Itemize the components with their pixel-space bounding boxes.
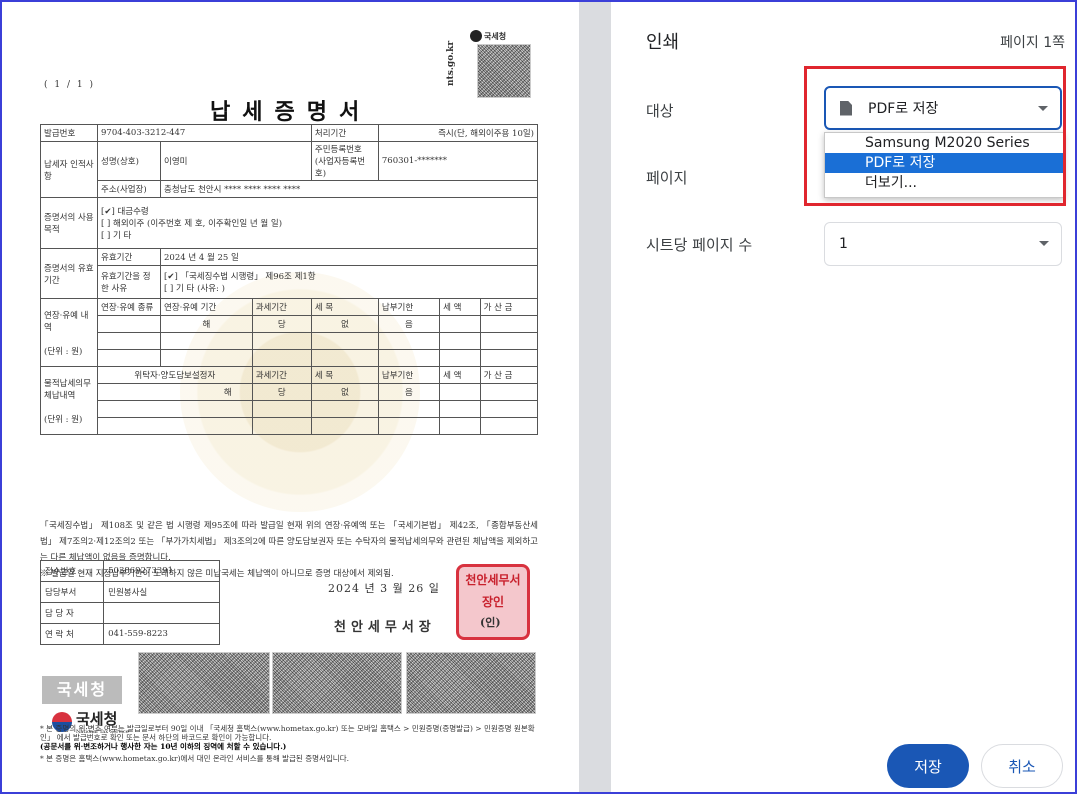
nts-watermark-badge: 국세청 bbox=[42, 676, 122, 704]
barcode-2 bbox=[272, 652, 402, 714]
nts-logo: 국세청 bbox=[470, 30, 506, 42]
certificate-form: 발급번호 9704-403-3212-447 처리기간 즉시(단, 해외이주용 … bbox=[40, 124, 539, 435]
pages-per-sheet-select[interactable]: 1 bbox=[824, 222, 1062, 266]
document-title: 납세증명서 bbox=[210, 99, 372, 125]
pages-label: 페이지 bbox=[646, 169, 688, 187]
barcode-3 bbox=[406, 652, 536, 714]
page-indicator: ( 1 / 1 ) bbox=[44, 80, 95, 90]
page-count: 페이지 1쪽 bbox=[1000, 35, 1065, 51]
nts-logo-icon bbox=[470, 30, 482, 42]
issue-date: 2024 년 3 월 26 일 bbox=[328, 582, 440, 595]
cancel-button[interactable]: 취소 bbox=[981, 744, 1063, 788]
preview-scroll-gutter bbox=[579, 2, 611, 792]
nts-url: nts.go.kr bbox=[446, 40, 456, 86]
print-title: 인쇄 bbox=[646, 32, 680, 53]
chevron-down-icon bbox=[1039, 241, 1049, 246]
pages-per-sheet-label: 시트당 페이지 수 bbox=[646, 236, 753, 254]
print-preview[interactable]: 국세청 nts.go.kr ( 1 / 1 ) 납세증명서 발급번호 9704-… bbox=[2, 2, 611, 792]
certificate-document: 국세청 nts.go.kr ( 1 / 1 ) 납세증명서 발급번호 9704-… bbox=[39, 24, 539, 770]
qr-code bbox=[477, 44, 531, 98]
highlight-annotation-box bbox=[804, 66, 1066, 206]
print-settings-panel: 인쇄 페이지 1쪽 대상 PDF로 저장 Samsung M2020 Serie… bbox=[611, 2, 1073, 792]
contact-table: 접수번호 503869273391 담당부서 민원봉사실 담 당 자 연 락 처 04… bbox=[39, 560, 220, 645]
barcode-1 bbox=[138, 652, 270, 714]
destination-label: 대상 bbox=[646, 102, 674, 120]
document-footnote: * 본 증명의 위·변조 여부는 발급일로부터 90일 이내 「국세청 홈택스(… bbox=[40, 724, 535, 763]
seal-mark: (인) bbox=[480, 616, 501, 629]
issuer-name: 천안세무서장 bbox=[334, 620, 436, 635]
save-button[interactable]: 저장 bbox=[887, 744, 969, 788]
